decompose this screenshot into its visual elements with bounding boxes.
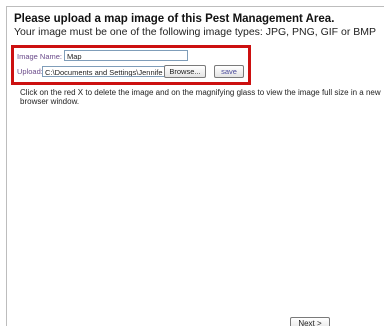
upload-map-page: Please upload a map image of this Pest M…	[0, 0, 384, 326]
image-name-input[interactable]: Map	[64, 50, 188, 61]
upload-file-path-input[interactable]: C:\Documents and Settings\Jennife	[42, 66, 165, 77]
file-type-requirements: Your image must be one of the following …	[14, 26, 377, 38]
upload-label: Upload:	[17, 67, 43, 76]
page-title: Please upload a map image of this Pest M…	[14, 13, 335, 25]
browse-button[interactable]: Browse...	[164, 65, 206, 78]
save-button[interactable]: save	[214, 65, 244, 78]
content-frame: Please upload a map image of this Pest M…	[6, 6, 384, 326]
image-name-label: Image Name:	[17, 52, 63, 61]
instructions-text: Click on the red X to delete the image a…	[20, 88, 381, 106]
next-button[interactable]: Next >	[290, 317, 330, 326]
upload-form-highlight: Image Name: Map Upload: C:\Documents and…	[11, 45, 251, 85]
